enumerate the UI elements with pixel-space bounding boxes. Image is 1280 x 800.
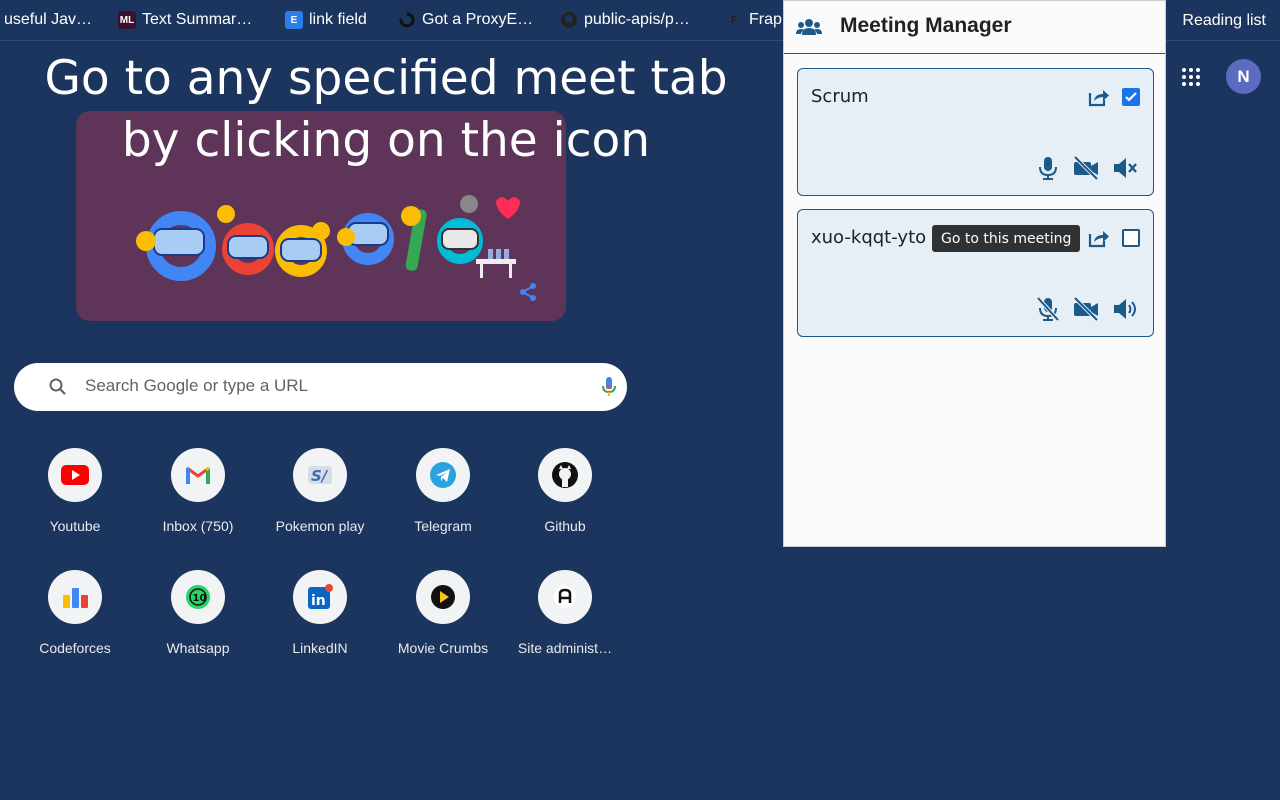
search-icon [49,378,66,395]
shortcut-inbox[interactable]: Inbox (750) [142,448,254,558]
shortcut-label: Inbox (750) [162,518,234,534]
shortcut-icon-circle [538,570,592,624]
bookmark-item[interactable]: public-apis/p… [560,0,698,41]
popup-title: Meeting Manager [840,14,1012,37]
bookmark-item[interactable]: ML Text Summar… [118,0,260,41]
pokemon-play-icon: S/ [308,466,332,485]
bookmark-item[interactable]: E link field [285,0,375,41]
meeting-card: xuo-kqqt-yto Go to this meeting [797,209,1154,337]
shortcut-label: Codeforces [39,640,111,656]
shortcut-icon-circle [416,570,470,624]
shortcut-icon-circle [48,448,102,502]
meeting-name: xuo-kqqt-yto [811,227,927,248]
bookmark-label: useful Jav… [4,11,93,28]
shortcut-site-admin[interactable]: Site administ… [509,570,621,680]
shortcut-label: Whatsapp [166,640,230,656]
shortcut-github[interactable]: Github [509,448,621,558]
movie-crumbs-icon [431,585,455,609]
voice-search-icon[interactable] [600,376,618,398]
shortcut-label: LinkedIN [292,640,348,656]
search-box[interactable]: Search Google or type a URL [14,363,627,411]
meeting-select-checkbox[interactable] [1122,229,1140,247]
caption-line-1: Go to any specified meet tab [44,51,728,106]
shortcut-pokemon-play[interactable]: S/ Pokemon play [264,448,376,558]
shortcut-icon-circle [48,570,102,624]
telegram-icon [430,462,456,488]
popup-header: Meeting Manager [784,1,1165,54]
whatsapp-icon: 10 [186,585,210,609]
shortcut-label: Site administ… [517,640,613,656]
go-to-meeting-tooltip: Go to this meeting [932,225,1081,252]
github-icon [560,11,578,29]
shortcut-icon-circle: S/ [293,448,347,502]
shortcut-icon-circle [171,448,225,502]
shortcut-movie-crumbs[interactable]: Movie Crumbs [387,570,499,680]
spinner-icon [398,11,416,29]
shortcut-label: Movie Crumbs [397,640,489,656]
bookmark-label: Got a ProxyE… [422,11,534,28]
shortcut-icon-circle [538,448,592,502]
ml-icon: ML [118,11,136,29]
shortcut-icon-circle [416,448,470,502]
avatar-letter: N [1237,66,1250,86]
meeting-name: Scrum [811,86,869,107]
shortcut-label: Youtube [49,518,101,534]
gmail-icon [186,466,210,484]
shortcut-linkedin[interactable]: in LinkedIN [264,570,376,680]
caption-line-2: by clicking on the icon [121,113,651,168]
shortcut-codeforces[interactable]: Codeforces [19,570,131,680]
frappe-icon: F [730,14,738,26]
microphone-icon[interactable] [1035,155,1061,181]
bookmark-label: Text Summar… [142,11,253,28]
shortcut-label: Pokemon play [275,518,365,534]
bookmark-item[interactable]: Got a ProxyE… [398,0,541,41]
svg-text:S/: S/ [311,467,329,485]
reading-list-button[interactable]: Reading list [1182,0,1266,41]
microphone-off-icon[interactable] [1035,296,1061,322]
shortcut-icon-circle: 10 [171,570,225,624]
speaker-on-icon[interactable] [1112,296,1138,322]
meeting-manager-popup: Meeting Manager Scrum xuo-kqqt-yto Go to [783,0,1166,547]
codeforces-icon [63,588,88,608]
shortcut-icon-circle: in [293,570,347,624]
shortcut-telegram[interactable]: Telegram [387,448,499,558]
instruction-caption: Go to any specified meet tab by clicking… [36,48,736,172]
tooltip-text: Go to this meeting [941,230,1072,247]
camera-off-icon[interactable] [1073,155,1099,181]
e-icon: E [285,11,303,29]
bookmark-item[interactable]: F Frap [725,0,790,41]
speaker-muted-icon[interactable] [1112,155,1138,181]
svg-text:in: in [311,593,326,609]
site-admin-icon [554,586,576,608]
svg-text:10: 10 [193,593,207,604]
camera-off-icon[interactable] [1073,296,1099,322]
meeting-card: Scrum [797,68,1154,196]
reading-list-label: Reading list [1182,11,1266,29]
youtube-icon [61,465,89,485]
shortcut-label: Telegram [414,518,472,534]
checkmark-icon [1125,92,1137,102]
bookmark-label: public-apis/p… [584,11,690,28]
users-group-icon [796,19,822,35]
shortcut-whatsapp[interactable]: 10 Whatsapp [142,570,254,680]
github-icon [552,462,578,488]
linkedin-icon: in [308,584,333,609]
search-input[interactable]: Search Google or type a URL [85,376,308,396]
avatar[interactable]: N [1226,59,1261,94]
bookmark-label: Frap [749,11,782,28]
bookmark-label: link field [309,11,367,28]
shortcut-youtube[interactable]: Youtube [19,448,131,558]
go-to-meeting-icon[interactable] [1088,87,1110,107]
go-to-meeting-icon[interactable] [1088,228,1110,248]
share-icon[interactable] [518,282,538,302]
bookmark-item[interactable]: useful Jav… [4,0,100,41]
shortcut-label: Github [544,518,586,534]
google-apps-icon[interactable] [1181,67,1201,87]
meeting-select-checkbox[interactable] [1122,88,1140,106]
